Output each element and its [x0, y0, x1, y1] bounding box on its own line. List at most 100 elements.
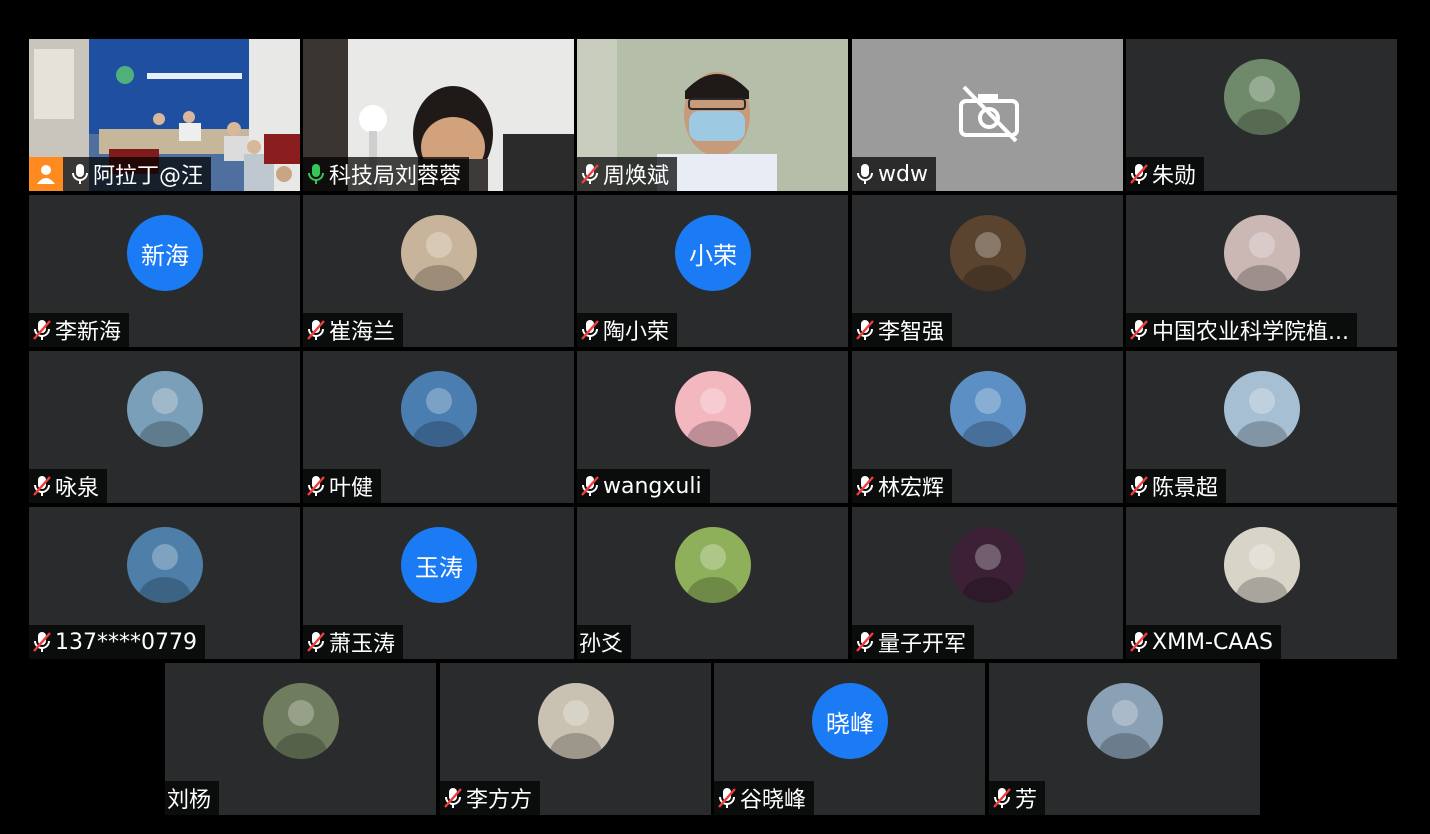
avatar: [950, 215, 1026, 291]
avatar-initials: 玉涛: [401, 527, 477, 603]
participant-tile[interactable]: 叶健: [303, 351, 574, 503]
participant-name: 萧玉涛: [329, 632, 396, 657]
participant-name-bar: 刘杨: [165, 781, 220, 815]
participant-name: wangxuli: [603, 473, 702, 499]
participant-tile[interactable]: 林宏辉: [852, 351, 1123, 503]
participant-name: 芳: [1015, 788, 1038, 813]
avatar-initials-text: 晓峰: [826, 709, 874, 738]
participant-tile[interactable]: 陈景超: [1126, 351, 1397, 503]
participant-tile[interactable]: 新海 李新海: [29, 195, 300, 347]
participant-name: 量子开军: [878, 632, 967, 657]
participant-tile[interactable]: XMM-CAAS: [1126, 507, 1397, 659]
participant-name: 137****0779: [55, 629, 197, 655]
participant-name: 叶健: [329, 476, 374, 501]
avatar-initials-text: 玉涛: [415, 553, 463, 582]
avatar: [401, 371, 477, 447]
participant-name: XMM-CAAS: [1152, 629, 1274, 655]
participant-name-bar: 咏泉: [29, 469, 108, 503]
avatar: [1224, 527, 1300, 603]
participant-name-bar: 李方方: [440, 781, 541, 815]
participant-name-bar: 李智强: [852, 313, 953, 347]
participant-tile[interactable]: 芳: [989, 663, 1260, 815]
microphone-muted-icon: [307, 632, 325, 652]
participant-tile[interactable]: 周焕斌: [577, 39, 848, 191]
participant-tile[interactable]: 李智强: [852, 195, 1123, 347]
participant-name: 周焕斌: [603, 164, 670, 189]
microphone-icon: [72, 164, 88, 184]
avatar: [538, 683, 614, 759]
participant-name-bar: 陈景超: [1126, 469, 1227, 503]
participant-tile[interactable]: 玉涛 萧玉涛: [303, 507, 574, 659]
participant-name: 中国农业科学院植...: [1152, 320, 1349, 345]
avatar: [1087, 683, 1163, 759]
microphone-muted-icon: [33, 476, 51, 496]
participant-name: wdw: [878, 161, 928, 187]
participant-tile[interactable]: 晓峰 谷晓峰: [714, 663, 985, 815]
participant-tile[interactable]: 孙爻: [577, 507, 848, 659]
participant-tile[interactable]: wangxuli: [577, 351, 848, 503]
participant-name: 朱勋: [1152, 164, 1197, 189]
participant-name-bar: wangxuli: [577, 469, 710, 503]
microphone-muted-icon: [33, 320, 51, 340]
participant-name: 刘杨: [167, 788, 212, 813]
microphone-icon: [857, 164, 873, 184]
microphone-muted-icon: [856, 320, 874, 340]
participant-tile[interactable]: 科技局刘蓉蓉: [303, 39, 574, 191]
participant-name: 李新海: [55, 320, 122, 345]
host-icon: [29, 157, 63, 191]
microphone-muted-icon: [1130, 632, 1148, 652]
participant-name-bar: 谷晓峰: [714, 781, 815, 815]
participant-name: 陶小荣: [603, 320, 670, 345]
microphone-muted-icon: [581, 320, 599, 340]
participant-tile[interactable]: wdw: [852, 39, 1123, 191]
microphone-muted-icon: [1130, 476, 1148, 496]
avatar-initials-text: 新海: [141, 241, 189, 270]
participant-name-bar: 陶小荣: [577, 313, 678, 347]
participant-name-bar: 科技局刘蓉蓉: [303, 157, 470, 191]
microphone-muted-icon: [581, 164, 599, 184]
avatar: [401, 215, 477, 291]
participant-name-bar: 中国农业科学院植...: [1126, 313, 1357, 347]
participant-name: 林宏辉: [878, 476, 945, 501]
participant-tile[interactable]: 阿拉丁@汪: [29, 39, 300, 191]
participant-tile[interactable]: 咏泉: [29, 351, 300, 503]
microphone-icon: [308, 164, 324, 184]
participant-name: 科技局刘蓉蓉: [329, 164, 462, 189]
participant-tile[interactable]: 137****0779: [29, 507, 300, 659]
participant-tile[interactable]: 刘杨: [165, 663, 436, 815]
participant-name-bar: 芳: [989, 781, 1046, 815]
participant-name-bar: 孙爻: [577, 625, 632, 659]
participant-name-bar: 叶健: [303, 469, 382, 503]
participant-name-bar: 萧玉涛: [303, 625, 404, 659]
participant-name-bar: 周焕斌: [577, 157, 678, 191]
microphone-muted-icon: [1130, 164, 1148, 184]
microphone-muted-icon: [444, 788, 462, 808]
avatar: [1224, 59, 1300, 135]
participant-tile[interactable]: 崔海兰: [303, 195, 574, 347]
participant-name-bar: 朱勋: [1126, 157, 1205, 191]
microphone-muted-icon: [1130, 320, 1148, 340]
avatar: [675, 371, 751, 447]
participant-tile[interactable]: 中国农业科学院植...: [1126, 195, 1397, 347]
participant-tile[interactable]: 量子开军: [852, 507, 1123, 659]
participant-name-bar: 李新海: [29, 313, 130, 347]
participant-name: 咏泉: [55, 476, 100, 501]
microphone-muted-icon: [718, 788, 736, 808]
participant-name-bar: wdw: [852, 157, 936, 191]
avatar: [1224, 215, 1300, 291]
participant-name-bar: 137****0779: [29, 625, 205, 659]
participant-name: 崔海兰: [329, 320, 396, 345]
avatar-initials: 新海: [127, 215, 203, 291]
participant-name: 谷晓峰: [740, 788, 807, 813]
participant-tile[interactable]: 李方方: [440, 663, 711, 815]
participant-tile[interactable]: 朱勋: [1126, 39, 1397, 191]
avatar: [950, 371, 1026, 447]
participant-tile[interactable]: 小荣 陶小荣: [577, 195, 848, 347]
participant-name-bar: 阿拉丁@汪: [29, 157, 212, 191]
microphone-muted-icon: [581, 476, 599, 496]
avatar: [675, 527, 751, 603]
avatar-initials: 晓峰: [812, 683, 888, 759]
camera-off-icon: [959, 85, 1019, 143]
microphone-muted-icon: [993, 788, 1011, 808]
participant-name: 阿拉丁@汪: [93, 164, 204, 189]
